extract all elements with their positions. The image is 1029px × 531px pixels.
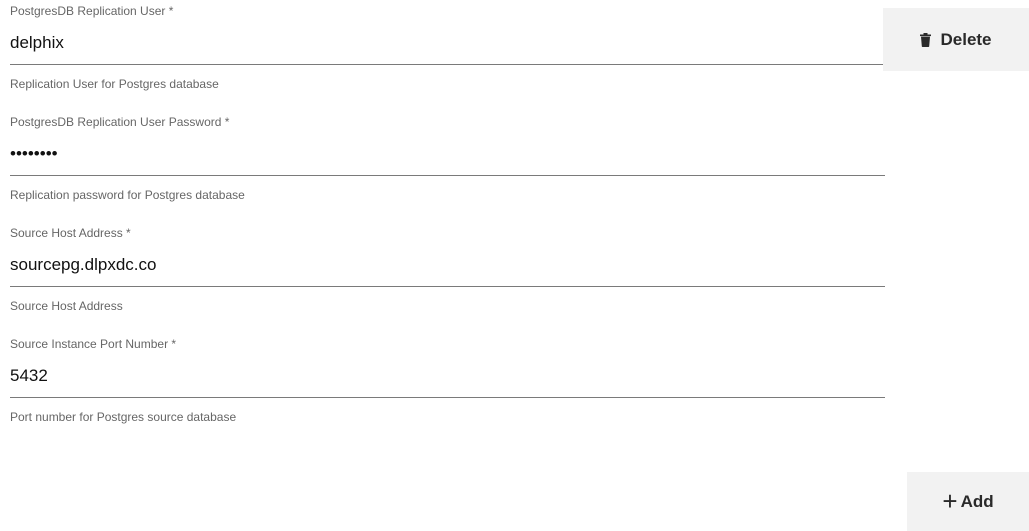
replication-password-input[interactable]	[10, 142, 885, 166]
source-host-underline	[10, 286, 885, 287]
delete-button[interactable]: Delete	[883, 8, 1029, 71]
source-port-input[interactable]	[10, 364, 885, 388]
replication-password-field: PostgresDB Replication User Password * R…	[10, 110, 885, 203]
plus-icon: +	[942, 485, 958, 516]
source-port-underline	[10, 397, 885, 398]
add-button[interactable]: + Add	[907, 472, 1029, 531]
replication-user-field: PostgresDB Replication User * Replicatio…	[10, 3, 885, 92]
source-host-helper: Source Host Address	[10, 299, 123, 313]
replication-form: PostgresDB Replication User * Replicatio…	[10, 0, 885, 425]
trash-icon	[920, 32, 932, 47]
add-button-label: Add	[960, 491, 994, 511]
replication-user-underline	[10, 64, 885, 65]
replication-password-label: PostgresDB Replication User Password *	[10, 115, 230, 129]
replication-user-input[interactable]	[10, 31, 885, 55]
source-host-field: Source Host Address * Source Host Addres…	[10, 221, 885, 314]
delete-button-label: Delete	[940, 29, 992, 49]
source-port-label: Source Instance Port Number *	[10, 337, 177, 351]
source-port-helper: Port number for Postgres source database	[10, 410, 237, 424]
replication-user-label: PostgresDB Replication User *	[10, 4, 174, 18]
replication-password-underline	[10, 175, 885, 176]
replication-password-helper: Replication password for Postgres databa…	[10, 188, 245, 202]
source-host-input[interactable]	[10, 253, 885, 277]
source-port-field: Source Instance Port Number * Port numbe…	[10, 332, 885, 425]
source-host-label: Source Host Address *	[10, 226, 131, 240]
replication-user-helper: Replication User for Postgres database	[10, 77, 219, 91]
